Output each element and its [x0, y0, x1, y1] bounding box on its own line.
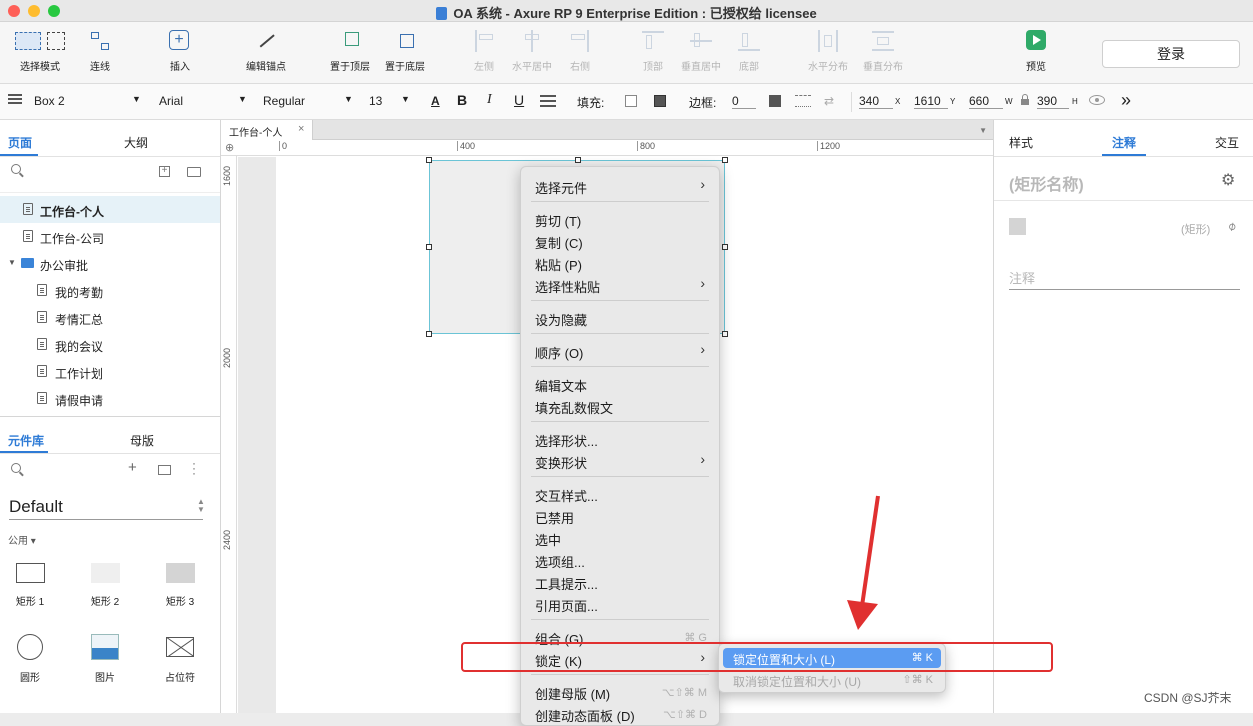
annotation-arrow-icon: [847, 495, 880, 630]
watermark: CSDN @SJ芥末: [1144, 691, 1232, 705]
